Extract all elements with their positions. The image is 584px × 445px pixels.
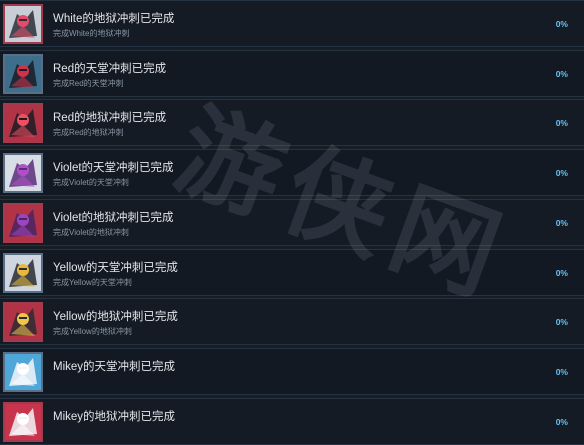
achievement-unlock-percent: 0% <box>555 68 568 79</box>
achievement-row[interactable]: Violet的天堂冲刺已完成 完成Violet的天堂冲刺 0% <box>0 149 584 197</box>
yellow-hell-dash-icon <box>3 302 43 343</box>
violet-heaven-dash-icon <box>3 153 43 194</box>
achievement-unlock-percent: 0% <box>555 118 568 129</box>
achievement-row[interactable]: Mikey的天堂冲刺已完成 0% <box>0 347 584 395</box>
achievement-description: 完成Yellow的天堂冲刺 <box>53 277 132 287</box>
mikey-heaven-dash-icon <box>3 351 43 392</box>
achievement-unlock-percent: 0% <box>555 217 568 228</box>
achievement-title: Mikey的天堂冲刺已完成 <box>53 360 176 373</box>
achievement-description: 完成Violet的地狱冲刺 <box>53 227 129 237</box>
achievement-unlock-percent: 0% <box>555 168 568 179</box>
achievement-row[interactable]: Red的地狱冲刺已完成 完成Red的地狱冲刺 0% <box>0 99 584 147</box>
achievement-row[interactable]: Violet的地狱冲刺已完成 完成Violet的地狱冲刺 0% <box>0 198 584 246</box>
red-heaven-dash-icon <box>3 53 43 94</box>
achievement-title: Violet的地狱冲刺已完成 <box>53 211 174 224</box>
achievement-unlock-percent: 0% <box>555 267 568 278</box>
mikey-hell-dash-icon <box>3 401 43 442</box>
achievement-title: Mikey的地狱冲刺已完成 <box>53 410 176 423</box>
achievement-unlock-percent: 0% <box>555 416 568 427</box>
achievement-unlock-percent: 0% <box>555 19 568 29</box>
achievement-title: Violet的天堂冲刺已完成 <box>53 162 174 175</box>
white-hell-dash-icon <box>3 4 43 44</box>
violet-hell-dash-icon <box>3 202 43 243</box>
achievement-title: White的地狱冲刺已完成 <box>53 13 175 25</box>
achievement-row[interactable]: Yellow的地狱冲刺已完成 完成Yellow的地狱冲刺 0% <box>0 298 584 346</box>
achievement-title: Red的地狱冲刺已完成 <box>53 112 167 125</box>
achievement-description: 完成Red的地狱冲刺 <box>53 128 124 138</box>
achievement-description: 完成Violet的天堂冲刺 <box>53 178 129 188</box>
achievement-description: 完成Red的天堂冲刺 <box>53 78 124 88</box>
achievement-title: Yellow的地狱冲刺已完成 <box>53 311 178 324</box>
achievement-description: 完成White的地狱冲刺 <box>53 29 130 38</box>
achievement-title: Red的天堂冲刺已完成 <box>53 62 167 75</box>
achievement-row[interactable]: Mikey的地狱冲刺已完成 0% <box>0 397 584 445</box>
red-hell-dash-icon <box>3 103 43 144</box>
achievement-row[interactable]: Red的天堂冲刺已完成 完成Red的天堂冲刺 0% <box>0 49 584 97</box>
achievement-list: White的地狱冲刺已完成 完成White的地狱冲刺 0% Red的天堂冲刺已完成 完成… <box>0 0 584 445</box>
achievement-unlock-percent: 0% <box>555 317 568 328</box>
achievement-row[interactable]: Yellow的天堂冲刺已完成 完成Yellow的天堂冲刺 0% <box>0 248 584 296</box>
achievement-description: 完成Yellow的地狱冲刺 <box>53 327 132 337</box>
achievement-unlock-percent: 0% <box>555 366 568 377</box>
yellow-heaven-dash-icon <box>3 252 43 293</box>
achievement-title: Yellow的天堂冲刺已完成 <box>53 261 178 274</box>
achievement-row[interactable]: White的地狱冲刺已完成 完成White的地狱冲刺 0% <box>0 0 584 47</box>
